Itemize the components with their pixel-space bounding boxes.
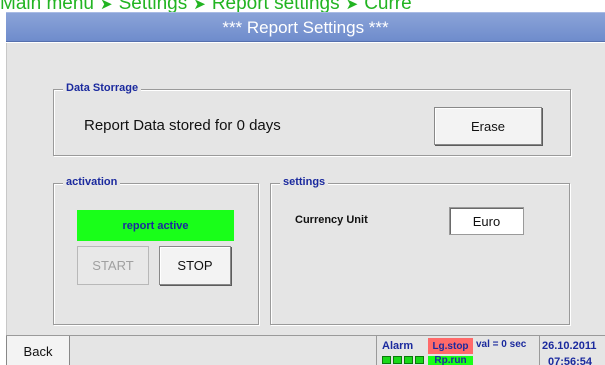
status-divider — [376, 336, 377, 365]
alarm-led-2 — [393, 356, 402, 364]
back-button[interactable]: Back — [6, 336, 70, 365]
report-data-stored-text: Report Data stored for 0 days — [84, 117, 281, 134]
erase-button[interactable]: Erase — [434, 107, 542, 145]
start-button[interactable]: START — [77, 246, 149, 285]
data-storage-group-label: Data Storrage — [63, 81, 142, 96]
alarm-led-1 — [382, 356, 391, 364]
settings-group-label: settings — [280, 175, 329, 190]
date-display: 26.10.2011 — [542, 340, 597, 352]
alarm-led-3 — [404, 356, 413, 364]
data-storage-group: Data Storrage Report Data stored for 0 d… — [53, 81, 571, 156]
datetime-divider — [539, 336, 540, 365]
stop-button[interactable]: STOP — [159, 246, 231, 285]
status-bar: Back Alarm Lg.stop Rp.run val = 0 sec 26… — [6, 335, 605, 365]
report-run-status: Rp.run — [428, 356, 473, 365]
currency-unit-label: Currency Unit — [295, 214, 368, 226]
alarm-led-4 — [415, 356, 424, 364]
alarm-label: Alarm — [382, 340, 414, 352]
report-active-indicator: report active — [77, 210, 234, 241]
page-title: *** Report Settings *** — [6, 12, 605, 42]
report-settings-screen: Data Storrage Report Data stored for 0 d… — [6, 43, 605, 335]
activation-group: activation report active START STOP — [53, 175, 259, 325]
time-display: 07:56:54 — [548, 356, 593, 365]
settings-group: settings Currency Unit Euro — [270, 175, 570, 325]
activation-group-label: activation — [63, 175, 121, 190]
logger-stop-status: Lg.stop — [428, 338, 473, 354]
currency-unit-field[interactable]: Euro — [449, 207, 524, 235]
alarm-indicator-leds — [382, 356, 424, 364]
value-interval-label: val = 0 sec — [476, 339, 527, 350]
